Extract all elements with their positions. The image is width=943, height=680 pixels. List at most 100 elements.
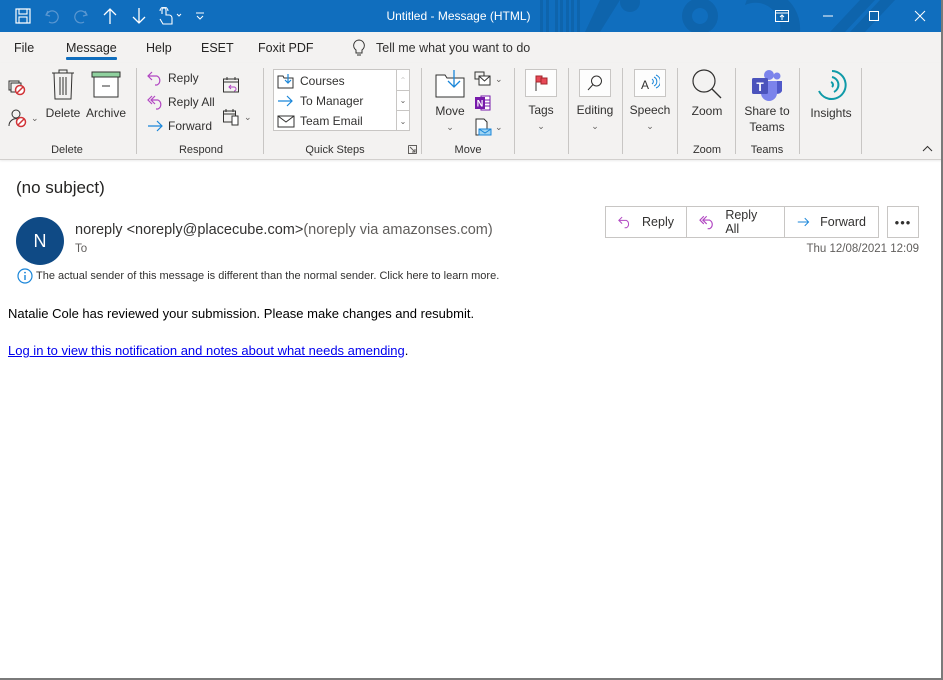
minimize-button[interactable] (805, 0, 851, 32)
editing-button[interactable]: Editing ⌄ (576, 69, 614, 134)
svg-text:A: A (641, 78, 649, 92)
svg-text:T: T (756, 80, 764, 94)
more-respond-button[interactable]: ⌄ (222, 108, 252, 126)
delete-button[interactable]: Delete (45, 69, 81, 121)
ribbon-display-options-button[interactable] (759, 0, 805, 32)
sender-info-notice[interactable]: The actual sender of this message is dif… (17, 268, 499, 284)
chevron-up-icon (922, 145, 933, 152)
ribbon-forward-button[interactable]: Forward (147, 118, 212, 134)
tags-button[interactable]: Tags ⌄ (524, 69, 558, 134)
lightbulb-icon (353, 38, 365, 55)
collapse-ribbon-button[interactable] (922, 145, 933, 153)
forward-label: Forward (820, 215, 866, 229)
chevron-down-icon: ⌄ (591, 121, 599, 131)
archive-button[interactable]: Archive (86, 69, 126, 121)
quick-step-courses[interactable]: Courses (274, 71, 345, 91)
message-body-text: Natalie Cole has reviewed your submissio… (8, 306, 475, 321)
gallery-expand[interactable]: ⌄ (396, 110, 409, 131)
forward-icon (797, 217, 810, 227)
maximize-icon (869, 11, 879, 21)
ribbon-reply-all-button[interactable]: Reply All (147, 94, 215, 110)
close-icon (914, 10, 926, 22)
quick-step-to-manager[interactable]: To Manager (274, 91, 363, 111)
tell-me-search[interactable]: Tell me what you want to do (352, 32, 530, 63)
chevron-down-icon: ⌄ (495, 73, 503, 84)
tags-icon-box (525, 69, 557, 97)
move-to-folder-icon (277, 74, 294, 89)
undo-button[interactable] (37, 0, 66, 32)
sender-address: noreply <noreply@placecube.com> (75, 222, 304, 238)
forward-button[interactable]: Forward (785, 207, 878, 237)
login-link[interactable]: Log in to view this notification and not… (8, 343, 405, 358)
reply-label: Reply (168, 71, 199, 85)
maximize-button[interactable] (851, 0, 897, 32)
actions-button[interactable]: ⌄ (474, 118, 503, 136)
ignore-conversation-icon (8, 80, 26, 96)
ribbon-reply-button[interactable]: Reply (147, 70, 199, 86)
insights-button[interactable]: Insights (808, 69, 854, 121)
forward-icon (148, 120, 163, 132)
junk-block-sender-icon (8, 109, 27, 128)
previous-item-button[interactable] (95, 0, 124, 32)
move-folder-icon (435, 70, 465, 98)
group-separator (421, 68, 422, 154)
reply-button[interactable]: Reply (606, 207, 687, 237)
share-to-teams-label-line1: Share to (744, 104, 790, 118)
tab-message[interactable]: Message (66, 32, 117, 63)
save-icon (14, 8, 31, 24)
group-label-zoom: Zoom (692, 144, 722, 156)
speech-button[interactable]: A Speech ⌄ (630, 69, 670, 134)
touch-mode-button[interactable] (153, 0, 189, 32)
quick-step-label: To Manager (300, 94, 364, 108)
redo-button[interactable] (66, 0, 95, 32)
save-button[interactable] (8, 0, 37, 32)
tab-file[interactable]: File (14, 32, 34, 63)
gallery-scroll-up[interactable]: ⌃ (396, 70, 409, 90)
tab-help[interactable]: Help (146, 32, 172, 63)
customize-qat-button[interactable] (189, 0, 211, 32)
share-to-teams-button[interactable]: T Share to Teams (742, 69, 792, 135)
message-date: Thu 12/08/2021 12:09 (806, 243, 919, 255)
reply-all-label: Reply All (168, 95, 215, 109)
rules-button[interactable]: ⌄ (474, 70, 503, 88)
gallery-scroll-down[interactable]: ⌄ (396, 90, 409, 110)
tab-foxit-pdf[interactable]: Foxit PDF (258, 32, 314, 63)
envelope-icon (277, 115, 295, 128)
speech-label: Speech (629, 103, 671, 117)
tell-me-placeholder: Tell me what you want to do (376, 40, 531, 55)
flag-icon (535, 75, 548, 91)
sender-line[interactable]: noreply <noreply@placecube.com>(noreply … (75, 222, 493, 238)
close-button[interactable] (897, 0, 943, 32)
insights-label: Insights (810, 106, 852, 120)
move-button[interactable]: Move ⌄ (432, 69, 468, 135)
reply-all-button[interactable]: Reply All (687, 207, 785, 237)
group-separator (136, 68, 137, 154)
teams-icon: T (752, 70, 782, 101)
redo-icon (73, 10, 88, 24)
svg-text:N: N (477, 99, 484, 109)
onenote-button[interactable]: N (474, 94, 492, 112)
insights-icon (818, 70, 847, 100)
onenote-icon: N (475, 95, 491, 111)
message-subject: (no subject) (16, 178, 105, 197)
zoom-button[interactable]: Zoom (688, 68, 726, 119)
trash-icon (52, 69, 74, 100)
previous-item-icon (103, 8, 116, 24)
reply-with-meeting-button[interactable] (222, 76, 240, 94)
chevron-down-icon: ⌄ (495, 121, 503, 132)
quick-step-team-email[interactable]: Team Email (274, 111, 363, 131)
ribbon-tabs: File Message Help ESET Foxit PDF Tell me… (0, 32, 943, 63)
junk-button[interactable]: ⌄ (8, 108, 39, 128)
magnifier-icon (692, 69, 722, 99)
sender-avatar[interactable]: N (16, 217, 64, 265)
next-item-button[interactable] (124, 0, 153, 32)
more-icon: ••• (894, 214, 912, 230)
quick-steps-dialog-launcher[interactable] (408, 145, 417, 154)
more-actions-button[interactable]: ••• (887, 206, 919, 238)
ignore-button[interactable] (8, 78, 26, 96)
minimize-icon (823, 15, 833, 17)
tab-eset[interactable]: ESET (201, 32, 234, 63)
dialog-launcher-icon (408, 145, 417, 154)
ribbon: ⌄ Delete Archive Delete Reply Reply All … (0, 63, 943, 160)
group-label-teams: Teams (750, 144, 784, 156)
